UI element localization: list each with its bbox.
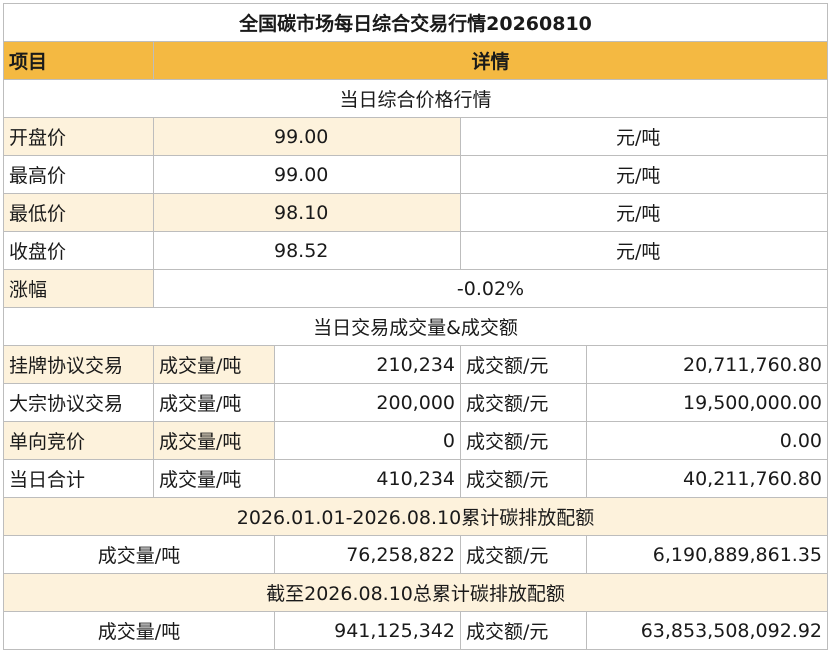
ytd-volume-label[interactable]: 成交量/吨	[3, 535, 275, 574]
total-amount-value[interactable]: 63,853,508,092.92	[585, 611, 829, 650]
volume-value[interactable]: 200,000	[274, 383, 461, 422]
ytd-heading-row: 2026.01.01-2026.08.10累计碳排放配额	[2, 497, 829, 536]
ytd-volume-value[interactable]: 76,258,822	[274, 535, 461, 574]
price-value[interactable]: 98.52	[153, 231, 461, 270]
total-volume-label[interactable]: 成交量/吨	[3, 611, 275, 650]
volume-value[interactable]: 0	[274, 421, 461, 460]
volume-unit-label[interactable]: 成交量/吨	[153, 459, 275, 498]
total-heading[interactable]: 截至2026.08.10总累计碳排放配额	[2, 573, 829, 612]
market-table: 全国碳市场每日综合交易行情20260810 项目 详情 当日综合价格行情 开盘价…	[2, 3, 829, 650]
table-title[interactable]: 全国碳市场每日综合交易行情20260810	[2, 3, 829, 42]
change-label[interactable]: 涨幅	[3, 269, 154, 308]
amount-unit-label[interactable]: 成交额/元	[460, 459, 587, 498]
volume-row-label[interactable]: 大宗协议交易	[3, 383, 154, 422]
total-amount-label[interactable]: 成交额/元	[460, 611, 587, 650]
price-unit[interactable]: 元/吨	[459, 231, 829, 270]
ytd-row: 成交量/吨 76,258,822 成交额/元 6,190,889,861.35	[3, 535, 829, 574]
section-volume-row: 当日交易成交量&成交额	[2, 307, 829, 346]
amount-value[interactable]: 20,711,760.80	[585, 345, 829, 384]
section-price-heading[interactable]: 当日综合价格行情	[2, 79, 829, 118]
volume-row-label[interactable]: 挂牌协议交易	[3, 345, 154, 384]
price-row: 最低价 98.10 元/吨	[3, 193, 829, 232]
price-unit[interactable]: 元/吨	[459, 155, 829, 194]
ytd-amount-label[interactable]: 成交额/元	[460, 535, 587, 574]
amount-value[interactable]: 19,500,000.00	[585, 383, 829, 422]
change-value[interactable]: -0.02%	[152, 269, 829, 308]
price-row: 开盘价 99.00 元/吨	[3, 117, 829, 156]
volume-value[interactable]: 210,234	[274, 345, 461, 384]
header-detail[interactable]: 详情	[152, 41, 829, 80]
header-row: 项目 详情	[3, 41, 829, 80]
amount-value[interactable]: 0.00	[585, 421, 829, 460]
price-label[interactable]: 最高价	[3, 155, 154, 194]
price-value[interactable]: 99.00	[153, 155, 461, 194]
price-unit[interactable]: 元/吨	[459, 193, 829, 232]
section-price-row: 当日综合价格行情	[2, 79, 829, 118]
price-label[interactable]: 最低价	[3, 193, 154, 232]
price-unit[interactable]: 元/吨	[459, 117, 829, 156]
total-row: 成交量/吨 941,125,342 成交额/元 63,853,508,092.9…	[3, 611, 829, 650]
volume-row: 单向竞价 成交量/吨 0 成交额/元 0.00	[3, 421, 829, 460]
total-heading-row: 截至2026.08.10总累计碳排放配额	[2, 573, 829, 612]
total-volume-value[interactable]: 941,125,342	[274, 611, 461, 650]
ytd-heading[interactable]: 2026.01.01-2026.08.10累计碳排放配额	[2, 497, 829, 536]
price-value[interactable]: 99.00	[153, 117, 461, 156]
volume-row: 当日合计 成交量/吨 410,234 成交额/元 40,211,760.80	[3, 459, 829, 498]
volume-value[interactable]: 410,234	[274, 459, 461, 498]
amount-unit-label[interactable]: 成交额/元	[460, 383, 587, 422]
price-label[interactable]: 开盘价	[3, 117, 154, 156]
volume-row: 挂牌协议交易 成交量/吨 210,234 成交额/元 20,711,760.80	[3, 345, 829, 384]
change-row: 涨幅 -0.02%	[3, 269, 829, 308]
volume-row-label[interactable]: 当日合计	[3, 459, 154, 498]
price-row: 收盘价 98.52 元/吨	[3, 231, 829, 270]
price-value[interactable]: 98.10	[153, 193, 461, 232]
amount-unit-label[interactable]: 成交额/元	[460, 345, 587, 384]
amount-unit-label[interactable]: 成交额/元	[460, 421, 587, 460]
ytd-amount-value[interactable]: 6,190,889,861.35	[585, 535, 829, 574]
price-row: 最高价 99.00 元/吨	[3, 155, 829, 194]
header-item[interactable]: 项目	[3, 41, 154, 80]
volume-unit-label[interactable]: 成交量/吨	[153, 345, 275, 384]
price-label[interactable]: 收盘价	[3, 231, 154, 270]
volume-unit-label[interactable]: 成交量/吨	[153, 383, 275, 422]
volume-row: 大宗协议交易 成交量/吨 200,000 成交额/元 19,500,000.00	[3, 383, 829, 422]
volume-unit-label[interactable]: 成交量/吨	[153, 421, 275, 460]
section-volume-heading[interactable]: 当日交易成交量&成交额	[2, 307, 829, 346]
amount-value[interactable]: 40,211,760.80	[585, 459, 829, 498]
title-row: 全国碳市场每日综合交易行情20260810	[2, 3, 829, 42]
volume-row-label[interactable]: 单向竞价	[3, 421, 154, 460]
